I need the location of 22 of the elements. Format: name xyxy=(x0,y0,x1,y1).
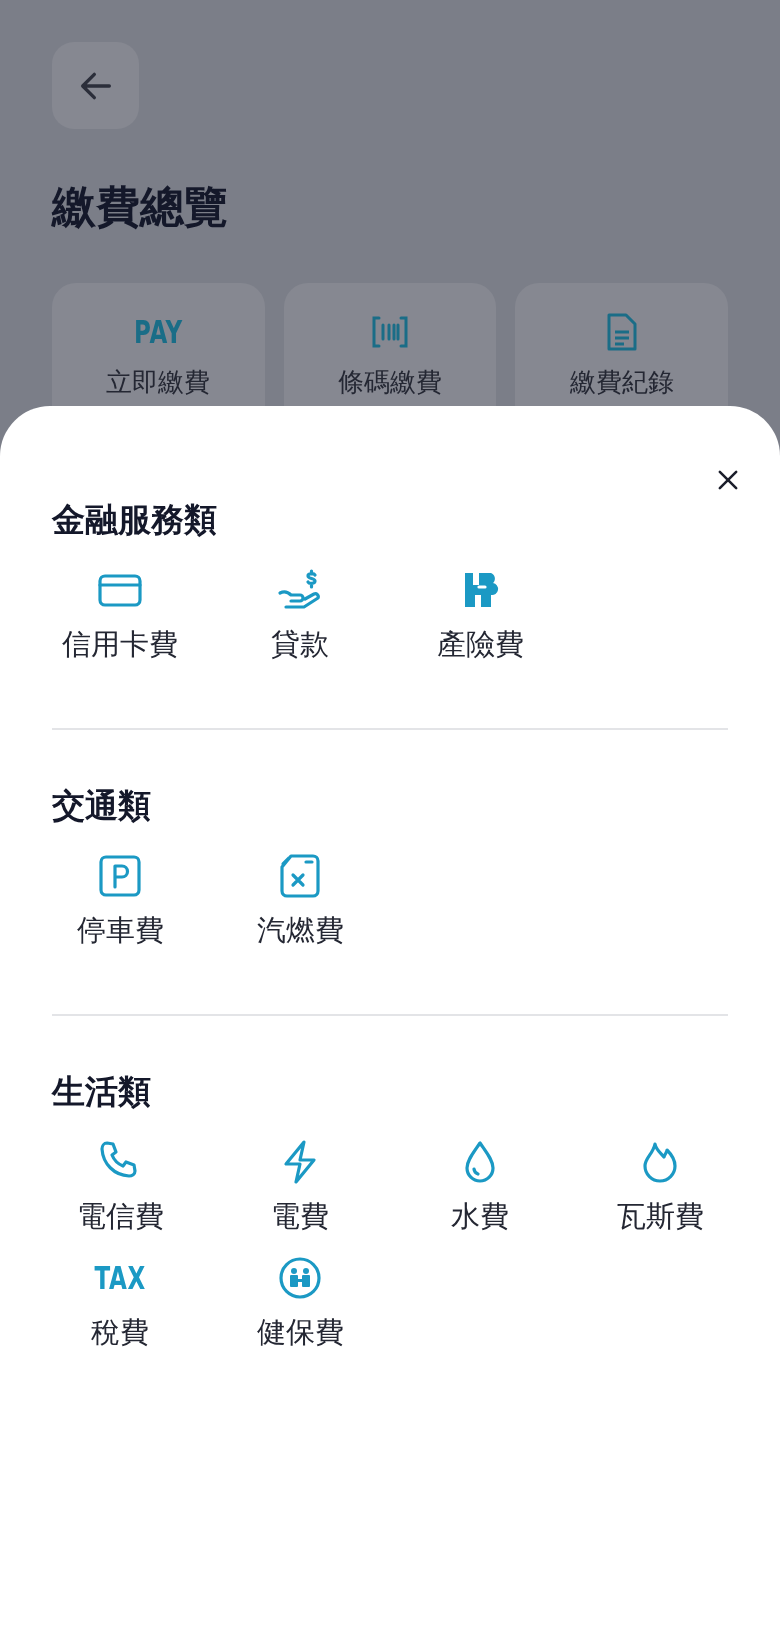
pay-icon: PAY xyxy=(133,313,183,351)
payment-category-button[interactable]: 健保費 xyxy=(210,1254,390,1356)
tax-icon: TAX xyxy=(94,1259,146,1297)
payment-category-button[interactable]: 電信費 xyxy=(30,1138,210,1240)
payment-category-button[interactable]: TAX 稅費 xyxy=(30,1254,210,1356)
section-title: 金融服務類 xyxy=(52,499,218,541)
payment-category-button[interactable]: 信用卡費 xyxy=(30,566,210,668)
parking-icon xyxy=(97,853,143,899)
people-circle-icon xyxy=(277,1255,323,1301)
fuel-can-icon xyxy=(277,853,323,899)
payment-category-button[interactable]: 貸款 xyxy=(210,566,390,668)
section-title: 生活類 xyxy=(52,1071,152,1113)
payment-category-button[interactable]: 瓦斯費 xyxy=(570,1138,750,1240)
payment-category-button[interactable]: 汽燃費 xyxy=(210,852,390,954)
payment-category-button[interactable]: 電費 xyxy=(210,1138,390,1240)
payment-category-button[interactable]: 停車費 xyxy=(30,852,210,954)
back-button[interactable] xyxy=(52,42,139,129)
page-title: 繳費總覽 xyxy=(52,180,229,234)
section-title: 交通類 xyxy=(52,785,152,827)
barcode-icon xyxy=(371,315,409,349)
payment-category-button[interactable]: 水費 xyxy=(390,1138,570,1240)
payment-category-button[interactable]: 產險費 xyxy=(390,566,570,668)
